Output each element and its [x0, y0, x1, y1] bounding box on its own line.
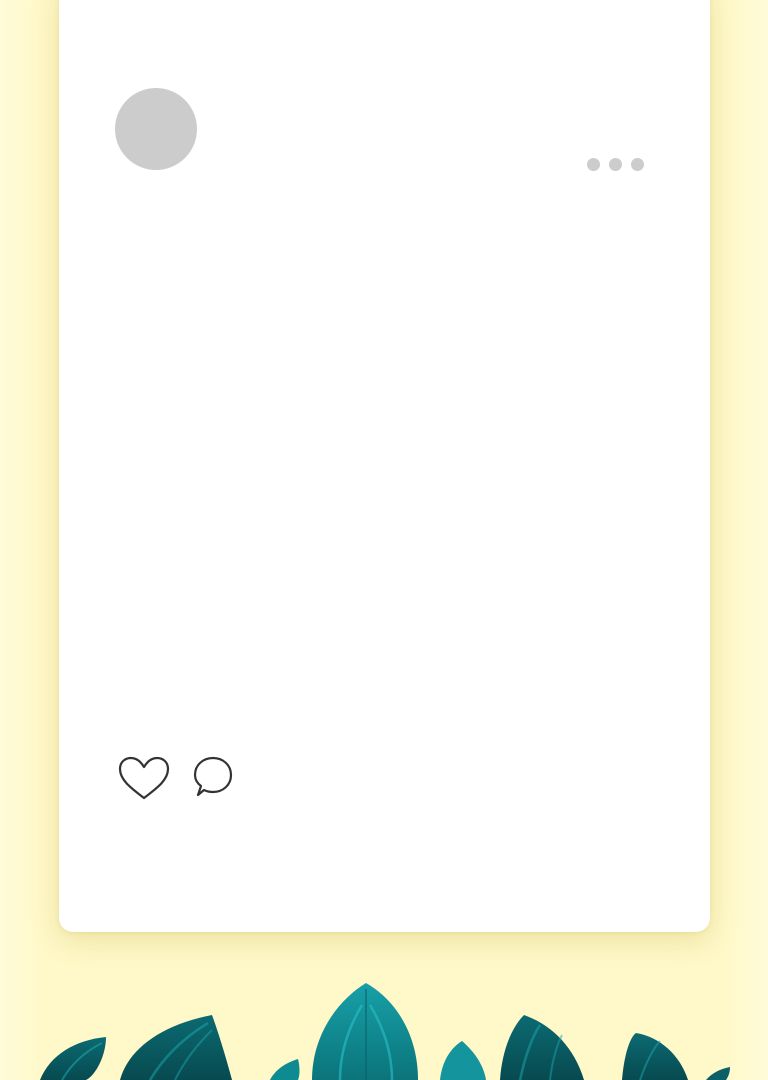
- leaf: [40, 1037, 106, 1080]
- avatar[interactable]: [115, 88, 197, 170]
- more-options-button[interactable]: [587, 154, 657, 174]
- leaf: [706, 1067, 730, 1080]
- ellipsis-dot: [587, 157, 600, 171]
- like-button[interactable]: [117, 754, 171, 804]
- heart-icon: [118, 756, 170, 800]
- page-background: [0, 0, 768, 1080]
- leaf: [500, 1015, 584, 1080]
- comment-button[interactable]: [185, 754, 239, 804]
- ellipsis-dot: [609, 157, 622, 171]
- leaf: [622, 1033, 688, 1080]
- post-card: [59, 0, 710, 932]
- ellipsis-dot: [631, 157, 644, 171]
- leaf: [270, 1059, 300, 1080]
- post-actions: [117, 754, 239, 804]
- comment-icon: [193, 756, 233, 797]
- tropical-leaves-decoration: [40, 983, 730, 1080]
- leaf: [440, 1041, 486, 1080]
